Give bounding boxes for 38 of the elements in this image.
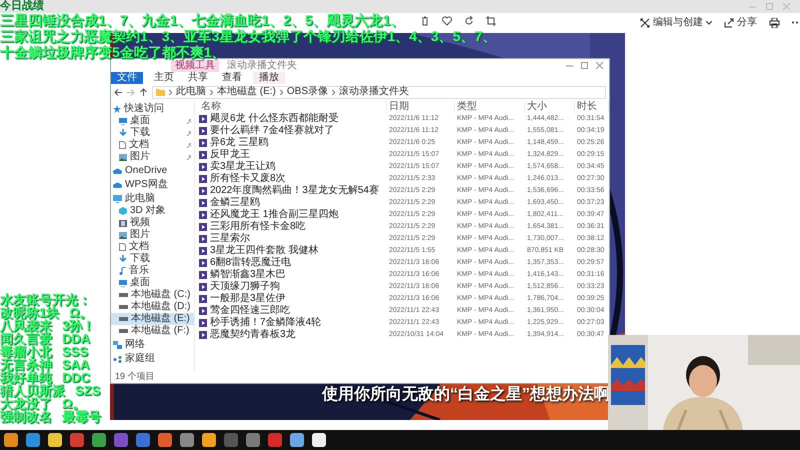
rotate-icon[interactable]: [464, 16, 474, 26]
viewer-name: 我好单纯: [0, 371, 52, 384]
more-icon[interactable]: [792, 21, 800, 24]
viewer-grade: SZS: [75, 384, 100, 397]
app-icon[interactable]: [312, 433, 326, 447]
app-icon[interactable]: [92, 433, 106, 447]
viewer-grade: Ω。: [69, 306, 93, 319]
viewer-grade: 最霉号: [62, 410, 101, 423]
app-icon[interactable]: [290, 433, 304, 447]
caret-icon: [706, 20, 712, 24]
viewer-name: 无言杀神: [0, 358, 52, 371]
print-icon[interactable]: [769, 18, 780, 28]
viewer-grade: DDC: [62, 371, 90, 384]
viewer-grade: SAA: [62, 358, 90, 371]
viewer-grade: DDA: [62, 332, 90, 345]
viewer-name: 八风袭来: [0, 319, 52, 332]
viewer-grade: 3孙！: [62, 319, 96, 332]
crop-icon[interactable]: [486, 16, 496, 26]
edit-create-button[interactable]: 编辑与创建: [640, 15, 712, 30]
app-icon[interactable]: [202, 433, 216, 447]
viewer-name: 毒瘤小北: [0, 345, 52, 358]
crossed-tools-icon: [640, 18, 650, 28]
heart-icon[interactable]: [442, 16, 452, 26]
viewer-name: 强制改名: [0, 410, 52, 423]
app-icon[interactable]: [4, 433, 18, 447]
share-button[interactable]: 分享: [724, 15, 757, 30]
viewer-name: 大龙没了: [0, 397, 52, 410]
delete-icon[interactable]: [420, 16, 430, 26]
viewer-name: 猎人贝斯派: [0, 384, 65, 397]
overlay-title: 今日战绩: [0, 0, 44, 12]
viewer-grade: SSS: [62, 345, 88, 358]
app-icon[interactable]: [48, 433, 62, 447]
viewer-list-title: 水友账号开光：: [0, 293, 92, 306]
overlay-text-line: 三星四锤没合成1、7、九金1、七金满血吃1、2、5、飓灵六龙1、: [0, 12, 405, 28]
viewer-grade: Ω。: [62, 397, 86, 410]
viewer-name: 闻久言爱: [0, 332, 52, 345]
viewer-name: 改昵称1块: [0, 306, 60, 319]
share-icon: [724, 18, 734, 28]
